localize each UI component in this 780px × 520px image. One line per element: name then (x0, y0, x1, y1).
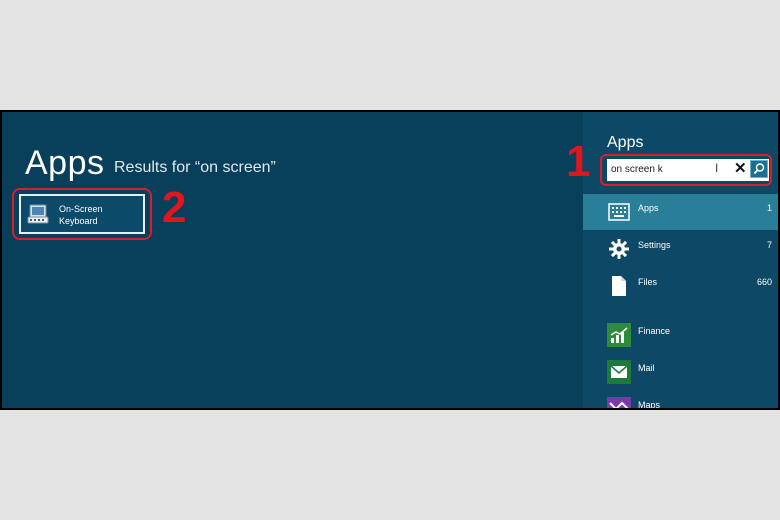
app-label: Maps (638, 400, 661, 408)
search-charm: Apps I ✕ Apps 1 (583, 112, 778, 408)
text-cursor-icon: I (715, 161, 719, 175)
scope-count: 1 (766, 203, 772, 213)
result-tile-label-line1: On-Screen (59, 204, 103, 214)
annotation-number-1: 1 (566, 137, 591, 186)
annotation-number-2: 2 (162, 183, 187, 232)
apps-results-pane: Apps Results for “on screen” On-Screen K… (2, 112, 583, 408)
search-input[interactable] (611, 161, 721, 177)
results-subtitle: Results for “on screen” (114, 159, 276, 176)
result-tile-label-line2: Keyboard (59, 216, 98, 226)
app-finance[interactable]: Finance (583, 317, 778, 353)
page-title: Apps (25, 144, 105, 182)
scope-label: Apps (638, 203, 659, 213)
search-button[interactable] (750, 160, 768, 178)
scope-apps[interactable]: Apps 1 (583, 194, 778, 230)
search-icon (753, 163, 765, 175)
app-label: Finance (638, 326, 671, 336)
finance-icon (607, 323, 631, 347)
keyboard-icon (608, 203, 630, 221)
maps-icon (607, 397, 631, 408)
scope-count: 7 (766, 240, 772, 250)
result-tile-on-screen-keyboard[interactable]: On-Screen Keyboard (19, 194, 145, 234)
charm-title: Apps (607, 134, 644, 151)
screen: Apps Results for “on screen” On-Screen K… (0, 110, 780, 410)
app-mail[interactable]: Mail (583, 354, 778, 390)
mail-icon (607, 360, 631, 384)
search-box: I ✕ (607, 159, 769, 181)
clear-icon[interactable]: ✕ (734, 159, 747, 177)
gear-icon (609, 239, 629, 259)
scope-files[interactable]: Files 660 (583, 268, 778, 304)
scope-label: Files (638, 277, 658, 287)
app-label: Mail (638, 363, 655, 373)
scope-count: 660 (756, 277, 772, 287)
scope-settings[interactable]: Settings 7 (583, 231, 778, 267)
file-icon (612, 276, 626, 296)
result-tile-label: On-Screen Keyboard (59, 203, 139, 227)
keyboard-monitor-icon (27, 204, 49, 224)
app-maps[interactable]: Maps (583, 391, 778, 408)
scope-label: Settings (638, 240, 671, 250)
